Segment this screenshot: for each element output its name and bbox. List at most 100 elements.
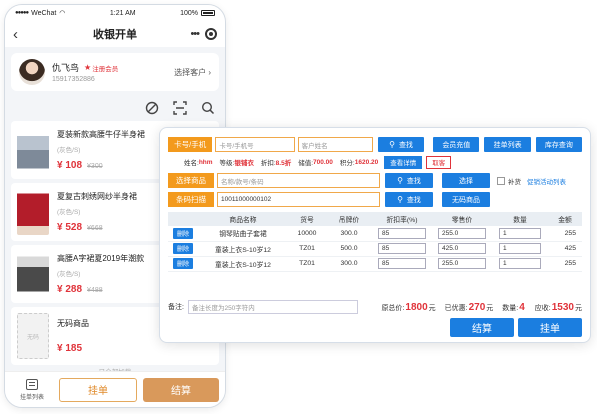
back-icon[interactable]: ‹ (13, 26, 31, 43)
view-detail-button[interactable]: 查看详情 (384, 155, 423, 169)
mini-program-capsule: ••• (190, 28, 217, 40)
product-price: ¥ 528 (57, 222, 83, 233)
discount-input[interactable]: 85 (378, 258, 426, 269)
pos-hold-button[interactable]: 挂单 (518, 318, 582, 337)
table-header-row: 商品名称 货号 吊牌价 折扣率(%) 零售价 数量 金额 (168, 212, 582, 226)
quantity-input[interactable]: 1 (499, 258, 541, 269)
discount-total-key: 已优惠: (444, 304, 468, 312)
no-code-goods-button[interactable]: 无码商品 (442, 192, 490, 207)
member-points-value: 1620.20 (354, 158, 379, 166)
member-info-row: 姓名: hhm 等级: 银铺衣 折扣: 8.5折 储值: 700.00 积分: … (168, 155, 582, 169)
delete-row-button[interactable]: 删除 (172, 243, 193, 254)
barcode-row: 条码扫描 10011000000102 ⚲ 查找 无码商品 (168, 192, 582, 207)
customer-phone: 15917352886 (52, 76, 95, 83)
promotion-list-link[interactable]: 促销活动列表 (527, 176, 566, 186)
retail-price-input[interactable]: 255.0 (438, 227, 486, 239)
product-image-placeholder: 无码 (17, 313, 49, 359)
select-customer-label: 选择客户 (174, 67, 207, 77)
search-icon: ⚲ (397, 176, 403, 185)
member-name-key: 姓名: (184, 160, 199, 167)
member-level-key: 等级: (219, 160, 235, 167)
hold-list-tab[interactable]: 挂单列表 (11, 378, 53, 401)
cancel-customer-button[interactable]: 取客 (426, 155, 452, 169)
item-code: 10000 (288, 226, 326, 242)
remark-label: 备注: (168, 304, 184, 311)
search-icon: ⚲ (389, 140, 395, 149)
wifi-icon: ◠ (59, 10, 66, 17)
delete-row-button[interactable]: 删除 (172, 258, 193, 269)
customer-card[interactable]: 仇飞鸟 ★ 注册会员 15917352886 选择客户 › (11, 53, 219, 91)
member-discount-key: 折扣: (260, 160, 276, 167)
item-tag-price: 300.0 (326, 226, 372, 242)
order-items-table: 商品名称 货号 吊牌价 折扣率(%) 零售价 数量 金额 删除 钢琴贴曲子套裙 … (168, 212, 582, 272)
receivable-value: 1530 (551, 301, 574, 313)
discount-input[interactable]: 85 (378, 227, 426, 239)
close-target-icon[interactable] (205, 28, 217, 40)
qty-value: 4 (519, 301, 525, 313)
member-search-button[interactable]: ⚲ 查找 (377, 137, 425, 152)
clock: 1:21 AM (109, 9, 136, 17)
delete-row-button[interactable]: 删除 (172, 227, 193, 239)
product-old-price: ¥488 (87, 287, 103, 294)
restock-label: 补货 (508, 178, 521, 186)
search-icon: ⚲ (397, 195, 403, 204)
product-image (17, 189, 49, 235)
item-amount: 255 (548, 226, 582, 242)
barcode-search-button[interactable]: ⚲ 查找 (385, 192, 433, 207)
product-price: ¥ 108 (57, 160, 83, 171)
column-header: 吊牌价 (326, 212, 372, 226)
item-name: 钢琴贴曲子套裙 (198, 226, 288, 242)
product-old-price: ¥668 (87, 225, 103, 232)
discount-total-value: 270 (468, 301, 486, 313)
card-input[interactable]: 卡号/手机号 (215, 137, 295, 152)
restock-checkbox[interactable]: 补货 (497, 176, 521, 186)
carrier-label: WeChat (31, 9, 57, 17)
total-unit: 元 (428, 304, 436, 312)
barcode-label: 条码扫描 (168, 192, 214, 207)
select-customer-link[interactable]: 选择客户 › (174, 67, 211, 78)
item-amount: 425 (548, 241, 582, 257)
search-icon[interactable] (201, 101, 215, 115)
bottom-action-bar: 挂单列表 挂单 结算 (5, 371, 225, 407)
column-header: 货号 (288, 212, 326, 226)
item-tag-price: 500.0 (326, 241, 372, 257)
product-image (17, 127, 49, 173)
hold-list-button[interactable]: 挂单列表 (484, 137, 531, 152)
receivable-key: 应收: (534, 304, 551, 312)
customer-name-input[interactable]: 客户姓名 (297, 137, 373, 152)
more-icon[interactable]: ••• (190, 28, 200, 40)
column-header: 零售价 (432, 212, 492, 226)
goods-search-button[interactable]: ⚲ 查找 (385, 173, 433, 188)
pos-actions: 结算 挂单 (450, 318, 582, 337)
item-code: TZ01 (288, 256, 326, 272)
quantity-input[interactable]: 1 (499, 243, 541, 254)
hold-order-button[interactable]: 挂单 (59, 377, 137, 402)
member-search-label: 查找 (398, 141, 413, 149)
select-goods-input[interactable]: 名称/款号/条码 (217, 173, 380, 188)
qty-key: 数量: (502, 304, 519, 312)
barcode-input[interactable]: 10011000000102 (217, 192, 380, 207)
member-level-value: 银铺衣 (234, 160, 254, 167)
product-old-price: ¥300 (87, 163, 103, 170)
stock-query-button[interactable]: 库存查询 (535, 137, 582, 152)
retail-price-input[interactable]: 425.0 (438, 243, 486, 254)
receivable-unit: 元 (575, 304, 582, 312)
disable-icon[interactable] (145, 101, 159, 115)
barcode-search-label: 查找 (406, 196, 421, 204)
column-header (168, 212, 198, 226)
select-goods-row: 选择商品 名称/款号/条码 ⚲ 查找 选择 补货 促销活动列表 (168, 173, 582, 188)
remark-input[interactable]: 备注长度为250字符内 (187, 300, 358, 314)
goods-search-label: 查找 (406, 177, 421, 185)
table-row: 删除 钢琴贴曲子套裙 10000 300.0 85 255.0 1 255 (168, 226, 582, 242)
checkbox-icon (497, 176, 505, 185)
order-summary: 备注: 备注长度为250字符内 原总价: 1800 元 已优惠: 270 元 数… (168, 300, 582, 314)
scan-icon[interactable] (173, 101, 187, 115)
recharge-button[interactable]: 会员充值 (433, 137, 480, 152)
discount-input[interactable]: 85 (378, 243, 426, 254)
checkout-button[interactable]: 结算 (143, 377, 219, 402)
select-button[interactable]: 选择 (442, 173, 490, 188)
member-discount-value: 8.5折 (275, 160, 292, 167)
retail-price-input[interactable]: 255.0 (438, 258, 486, 269)
quantity-input[interactable]: 1 (499, 227, 541, 239)
pos-checkout-button[interactable]: 结算 (450, 318, 514, 337)
